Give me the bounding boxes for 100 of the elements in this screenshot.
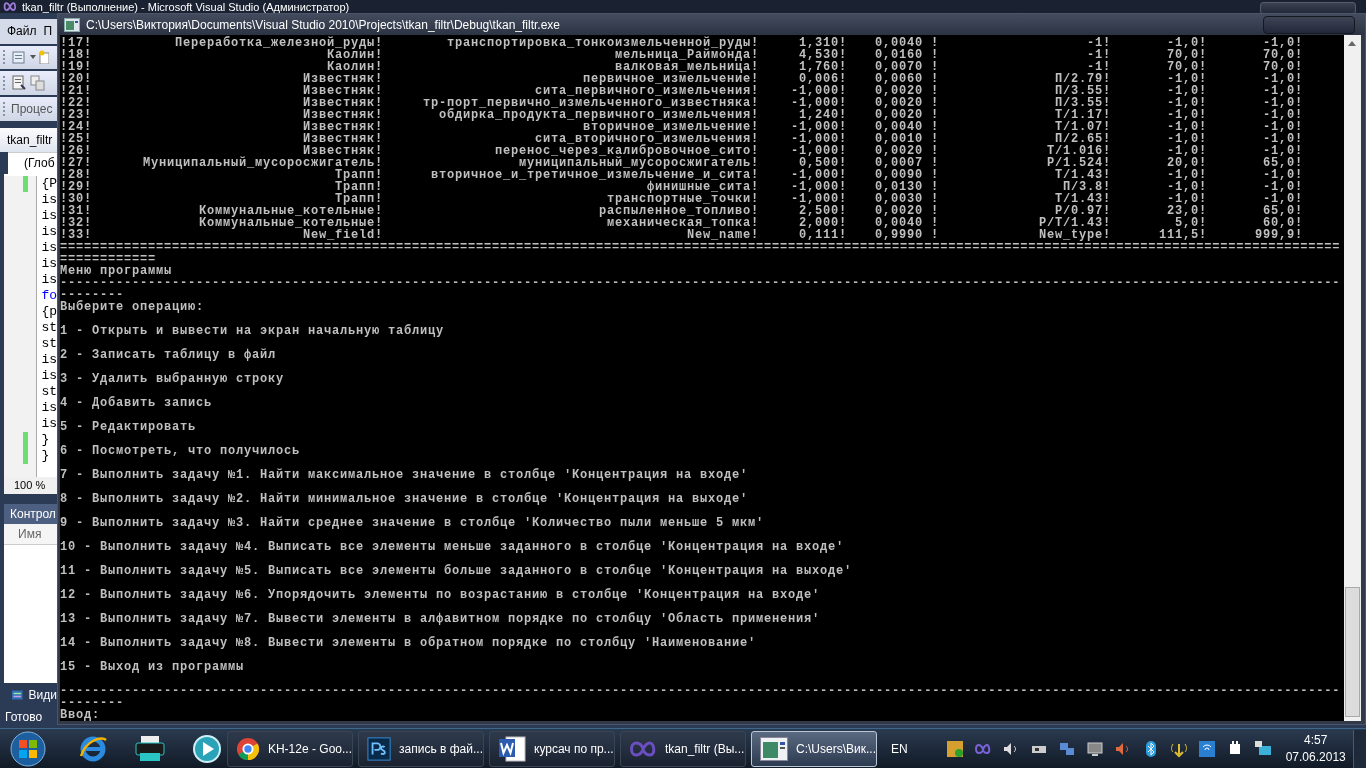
table-cell-text: 0,0040 ! <box>874 37 939 49</box>
table-cell-text: 70,0! <box>1262 61 1303 73</box>
table-cell-text: -1,0! <box>1166 181 1207 193</box>
infinity-icon <box>629 740 657 757</box>
table-cell: !21! <box>60 85 93 97</box>
table-cell-text: Известняк! <box>302 97 383 109</box>
class-view-icon[interactable] <box>12 689 23 702</box>
table-cell-text: -1,0! <box>1262 133 1303 145</box>
table-cell-text: 0,0020 ! <box>874 205 939 217</box>
table-cell-text: -1,000! <box>790 97 847 109</box>
menu-item[interactable]: Файл <box>7 24 37 39</box>
table-cell-text: Трапп! <box>335 169 383 181</box>
panel-title: Контрол <box>4 504 57 524</box>
table-cell-text: -1! <box>1086 37 1111 49</box>
scrollbar[interactable] <box>1344 35 1361 721</box>
table-cell-text: Т/1.43! <box>1054 169 1111 181</box>
table-cell-text: -1,0! <box>1166 169 1207 181</box>
input-prompt[interactable]: Ввод: <box>60 709 1343 721</box>
table-cell-text: 0,0010 ! <box>874 133 939 145</box>
scroll-thumb[interactable] <box>1345 587 1360 717</box>
taskbar-button[interactable]: C:\Users\Вик... <box>751 730 877 767</box>
table-cell-text: 0,9990 ! <box>874 229 939 241</box>
taskbar-button[interactable]: KH-12e - Goo... <box>227 730 353 767</box>
table-cell-text: Трапп! <box>335 193 383 205</box>
table-cell-text: обдирка_продукта_первичного_измельчения! <box>438 109 759 121</box>
menu-option: 15 - Выход из программы <box>60 661 1343 673</box>
table-cell-text: -1,0! <box>1166 97 1207 109</box>
code-line: is <box>41 191 57 208</box>
wifi-icon[interactable] <box>1197 739 1216 758</box>
clock-time[interactable]: 4:57 <box>1304 731 1328 749</box>
menu-option: 13 - Выполнить задачу №7. Вывести элементы в алфавитном порядке по столбцу 'Область применения' <box>60 613 1343 625</box>
table-cell-text: Р/0.97! <box>1055 205 1111 217</box>
scope-dropdown[interactable]: (Глоб <box>8 151 57 174</box>
taskbar-button[interactable]: tkan_filtr (Вы... <box>620 730 746 767</box>
panel-tab[interactable]: Види <box>28 688 57 703</box>
table-cell-text: Коммунальные_котельные! <box>197 205 383 217</box>
table-cell-text: -1,0! <box>1262 73 1303 85</box>
table-cell-text: -1,0! <box>1166 193 1207 205</box>
document-icon[interactable] <box>11 75 27 92</box>
table-cell-text: New_type! <box>1038 229 1111 241</box>
caret-icon[interactable] <box>30 55 36 60</box>
table-cell-text: 0,111! <box>798 229 847 241</box>
document-tab[interactable]: tkan_filtr <box>0 127 57 152</box>
table-cell-text: Каолин! <box>327 61 383 73</box>
table-cell-text: 0,0060 ! <box>874 73 939 85</box>
table-cell-text: 2,000! <box>798 217 847 229</box>
table-cell-text: -1,0! <box>1262 97 1303 109</box>
table-cell-text: -1,000! <box>790 133 847 145</box>
table-cell-text: вторичное_и_третичное_измельчение_и_сита! <box>429 169 759 181</box>
table-cell-text: Известняк! <box>302 109 383 121</box>
table-cell: !31! <box>60 205 93 217</box>
table-cell-text: распыленное_топливо! <box>597 205 759 217</box>
monitor-icon[interactable] <box>1085 739 1104 758</box>
table-cell-text: -1,000! <box>790 85 847 97</box>
taskbar-button[interactable]: запись в фай... <box>358 730 484 767</box>
code-line: is <box>41 415 57 432</box>
window-title: C:\Users\Виктория\Documents\Visual Studio 2010\Projects\tkan_filtr\Debug\tkan_filtr.exe <box>86 17 560 32</box>
toolbar-grip-icon[interactable] <box>3 101 8 116</box>
table-cell-text: механическая_топка! <box>606 217 759 229</box>
table-cell-text: -1,0! <box>1262 85 1303 97</box>
menu-option: 9 - Выполнить задачу №3. Найти среднее значение в столбце 'Количество пыли меньше 5 мкм' <box>60 517 1343 529</box>
table-cell-text: -1! <box>1086 49 1111 61</box>
word-icon <box>498 734 526 763</box>
scroll-up-icon[interactable] <box>1348 41 1356 46</box>
separator-line: -------- <box>60 697 125 709</box>
new-project-icon[interactable] <box>11 49 27 66</box>
table-cell-text: Р/1.524! <box>1046 157 1111 169</box>
table-cell-text: 60,0! <box>1263 217 1303 229</box>
table-cell: !29! <box>60 181 93 193</box>
media-player-icon[interactable] <box>192 733 222 764</box>
table-cell: !25! <box>60 133 93 145</box>
table-cell-text: П/2.79! <box>1054 73 1111 85</box>
table-cell: !23! <box>60 109 93 121</box>
table-cell-text: Т/1.016! <box>1046 145 1111 157</box>
taskbar-button[interactable]: курсач по пр... <box>489 730 615 767</box>
toolbar-grip-icon[interactable] <box>3 76 8 91</box>
star-file-icon[interactable] <box>39 50 49 65</box>
table-cell-text: мельница_Раймонда! <box>614 49 759 61</box>
table-cell-text: -1,0! <box>1262 181 1303 193</box>
code-line: st <box>41 335 57 352</box>
table-cell-text: New_name! <box>686 229 759 241</box>
code-line: is <box>41 255 57 272</box>
table-cell-text: -1,0! <box>1166 85 1207 97</box>
language-indicator[interactable]: EN <box>891 741 908 756</box>
table-cell-text: муниципальный_мусоросжигатель! <box>518 157 759 169</box>
prompt-text: Выберите операцию: <box>60 301 206 313</box>
menu-item[interactable]: П <box>43 24 53 39</box>
code-line: is <box>41 239 57 256</box>
clock-date[interactable]: 07.06.2013 <box>1285 748 1346 766</box>
table-cell-text: 0,0040 ! <box>874 121 939 133</box>
menu-option: 7 - Выполнить задачу №1. Найти максимальное значение в столбце 'Концентрация на входе' <box>60 469 1343 481</box>
start-button[interactable] <box>8 729 48 768</box>
toolbar-grip-icon[interactable] <box>3 50 8 65</box>
printer-icon[interactable] <box>134 734 166 763</box>
table-cell-text: 65,0! <box>1262 157 1303 169</box>
code-line: is <box>41 207 57 224</box>
table-cell-text: 0,0040 ! <box>874 217 939 229</box>
menu-option: 4 - Добавить запись <box>60 397 1343 409</box>
table-cell-text: сита_первичного_измельчения! <box>534 85 759 97</box>
menu-option: 6 - Посмотреть, что получилось <box>60 445 1343 457</box>
